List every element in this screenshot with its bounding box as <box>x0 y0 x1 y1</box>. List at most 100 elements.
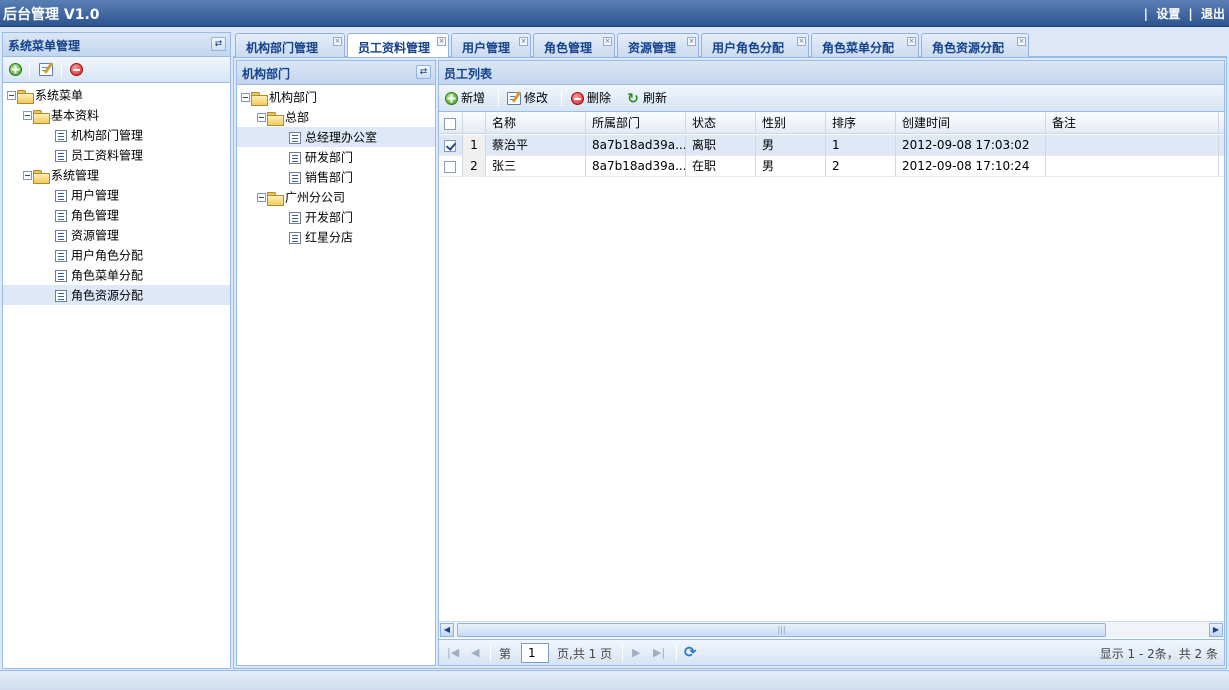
first-page-icon[interactable]: |◀ <box>447 646 459 659</box>
tab-item[interactable]: 角色资源分配 × <box>921 33 1029 57</box>
collapse-toggle-icon[interactable] <box>7 91 16 100</box>
tree-node[interactable]: 销售部门 <box>237 167 435 187</box>
tree-node-label: 机构部门 <box>269 90 318 105</box>
tab-label: 角色资源分配 <box>932 41 1005 55</box>
tab-label: 角色菜单分配 <box>822 41 895 55</box>
tree-node[interactable]: 开发部门 <box>237 207 435 227</box>
tree-node[interactable]: 角色管理 <box>3 205 230 225</box>
horizontal-scrollbar[interactable]: ◀ ||| ▶ <box>439 621 1224 638</box>
tree-node-label: 用户管理 <box>71 188 120 203</box>
close-icon[interactable]: × <box>333 37 342 46</box>
tree-node[interactable]: 角色菜单分配 <box>3 265 230 285</box>
scroll-right-icon[interactable]: ▶ <box>1209 623 1223 637</box>
dept-panel: 机构部门 ⇄ 机构部门总部 总经理办公室 研发部门销售部门广州分公司 开发部门 红星分店 <box>236 60 436 666</box>
refresh-tool-icon[interactable]: ⇄ <box>416 65 431 79</box>
add-button[interactable]: 新增 <box>445 89 485 107</box>
tab-item[interactable]: 用户管理 × <box>451 33 531 57</box>
cell-gender: 男 <box>756 156 826 177</box>
next-page-icon[interactable]: ▶ <box>632 646 640 659</box>
close-icon[interactable]: × <box>437 37 446 46</box>
top-bar: 后台管理 V1.0 | 设置 | 退出 <box>0 0 1229 27</box>
divider: | <box>1143 7 1149 21</box>
column-header-sort[interactable]: 排序 <box>826 112 896 134</box>
logout-link[interactable]: 退出 <box>1201 7 1225 21</box>
tree-node[interactable]: 系统管理 <box>3 165 230 185</box>
delete-icon[interactable] <box>70 63 83 76</box>
tab-item[interactable]: 角色菜单分配 × <box>811 33 919 57</box>
tree-node[interactable]: 角色资源分配 <box>3 285 230 305</box>
tree-node[interactable]: 基本资料 <box>3 105 230 125</box>
collapse-toggle-icon[interactable] <box>23 111 32 120</box>
edit-button[interactable]: 修改 <box>507 89 548 107</box>
menu-panel-header: 系统菜单管理 ⇄ <box>3 33 230 57</box>
select-all-checkbox[interactable] <box>439 112 463 134</box>
close-icon[interactable]: × <box>687 37 696 46</box>
close-icon[interactable]: × <box>603 37 612 46</box>
row-checkbox[interactable] <box>439 156 463 177</box>
collapse-toggle-icon[interactable] <box>257 113 266 122</box>
close-icon[interactable]: × <box>1017 37 1026 46</box>
tree-node-label: 角色资源分配 <box>71 288 144 303</box>
reload-icon[interactable]: ⟳ <box>684 643 697 661</box>
tab-item[interactable]: 角色管理 × <box>533 33 615 57</box>
add-icon[interactable] <box>9 63 22 76</box>
tree-node-label: 员工资料管理 <box>71 148 144 163</box>
delete-button[interactable]: 删除 <box>571 89 611 107</box>
column-header-created[interactable]: 创建时间 <box>896 112 1046 134</box>
cell-gender: 男 <box>756 135 826 156</box>
table-row[interactable]: 2 张三 8a7b18ad39a... 在职男 2 2012-09-08 17:10:24 <box>439 156 1224 177</box>
tab-item[interactable]: 机构部门管理 × <box>235 33 345 57</box>
folder-icon <box>251 91 268 106</box>
tree-node[interactable]: 研发部门 <box>237 147 435 167</box>
refresh-button[interactable]: ↻ 刷新 <box>626 89 667 107</box>
collapse-toggle-icon[interactable] <box>241 93 250 102</box>
row-checkbox[interactable] <box>439 135 463 156</box>
page-icon <box>55 289 67 302</box>
tree-node[interactable]: 系统菜单 <box>3 85 230 105</box>
folder-icon <box>17 89 34 104</box>
scroll-thumb[interactable]: ||| <box>457 623 1106 637</box>
tree-node-label: 角色管理 <box>71 208 120 223</box>
cell-created: 2012-09-08 17:03:02 <box>896 135 1046 156</box>
refresh-tool-icon[interactable]: ⇄ <box>211 37 226 51</box>
scroll-left-icon[interactable]: ◀ <box>440 623 454 637</box>
collapse-toggle-icon[interactable] <box>257 193 266 202</box>
dept-panel-header: 机构部门 ⇄ <box>237 61 435 85</box>
column-header-name[interactable]: 名称 <box>486 112 586 134</box>
tab-bar: 机构部门管理 × 员工资料管理 × 用户管理 × 角色管理 × 资源管理 × 用户角色分配 × 角色菜单… <box>233 31 1227 58</box>
page-icon <box>289 211 301 224</box>
tree-node[interactable]: 机构部门 <box>237 87 435 107</box>
column-header-department[interactable]: 所属部门 <box>586 112 686 134</box>
last-page-icon[interactable]: ▶| <box>653 646 665 659</box>
tree-node-label: 机构部门管理 <box>71 128 144 143</box>
tree-node[interactable]: 员工资料管理 <box>3 145 230 165</box>
settings-link[interactable]: 设置 <box>1156 7 1180 21</box>
tree-node[interactable]: 红星分店 <box>237 227 435 247</box>
tree-node[interactable]: 用户角色分配 <box>3 245 230 265</box>
tree-node[interactable]: 用户管理 <box>3 185 230 205</box>
collapse-toggle-icon[interactable] <box>23 171 32 180</box>
close-icon[interactable]: × <box>797 37 806 46</box>
prev-page-icon[interactable]: ◀ <box>471 646 479 659</box>
column-header-gender[interactable]: 性别 <box>756 112 826 134</box>
tree-node-label: 销售部门 <box>305 170 354 185</box>
column-header-status[interactable]: 状态 <box>686 112 756 134</box>
tree-node[interactable]: 机构部门管理 <box>3 125 230 145</box>
table-row[interactable]: 1 蔡治平 8a7b18ad39a... 离职男 1 2012-09-08 17:03:0… <box>439 135 1224 156</box>
page-icon <box>55 229 67 242</box>
close-icon[interactable]: × <box>519 37 528 46</box>
tree-node[interactable]: 资源管理 <box>3 225 230 245</box>
page-number-input[interactable]: 1 <box>521 643 549 663</box>
column-header-remark[interactable]: 备注 <box>1046 112 1219 134</box>
close-icon[interactable]: × <box>907 37 916 46</box>
tab-item[interactable]: 资源管理 × <box>617 33 699 57</box>
cell-sort: 1 <box>826 135 896 156</box>
tree-node[interactable]: 总部 <box>237 107 435 127</box>
tree-node[interactable]: 广州分公司 <box>237 187 435 207</box>
tab-item[interactable]: 员工资料管理 × <box>347 33 449 58</box>
tab-item[interactable]: 用户角色分配 × <box>701 33 809 57</box>
edit-icon[interactable] <box>39 63 53 76</box>
pagination-bar: |◀ ◀ 第 1 页,共 1 页 ▶ ▶| ⟳ 显示 1 - 2条，共 2 条 <box>439 639 1224 665</box>
page-icon <box>55 189 67 202</box>
tree-node[interactable]: 总经理办公室 <box>237 127 435 147</box>
